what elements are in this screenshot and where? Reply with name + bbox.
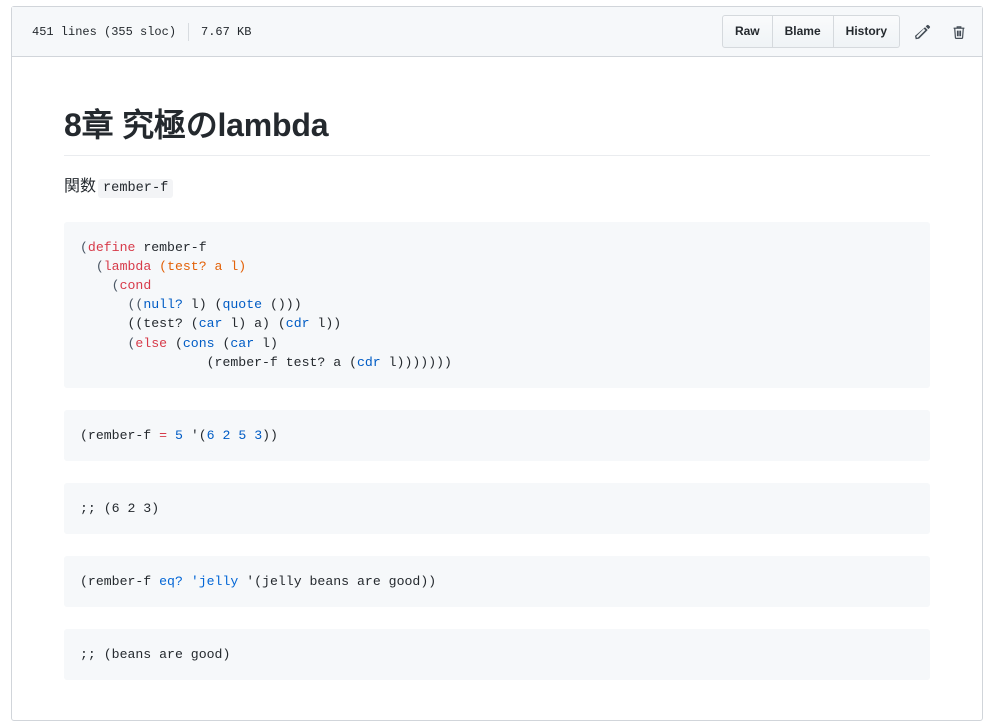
code-token: ((: [80, 297, 144, 313]
code-token: define: [87, 239, 136, 255]
code-token: '(: [182, 427, 207, 443]
code-block-result-numeric: ;; (6 2 3): [64, 483, 930, 535]
code-token: 'jelly: [190, 574, 239, 590]
code-token: rember-f: [135, 239, 207, 255]
code-token: l)): [309, 316, 342, 332]
raw-button[interactable]: Raw: [721, 15, 773, 48]
code-token: (: [214, 335, 231, 351]
code-token: cdr: [285, 316, 310, 332]
code-token: car: [230, 335, 255, 351]
code-token: (test? a l): [159, 258, 247, 274]
code-token: ((test? (: [80, 316, 199, 332]
code-token: (rember-f test? a (: [80, 354, 357, 370]
code-token: lambda: [103, 258, 152, 274]
code-token: (rember-f: [80, 427, 160, 443]
file-actions: Raw Blame History: [721, 15, 972, 48]
code-token: (: [80, 258, 104, 274]
code-token: (rember-f: [80, 574, 160, 590]
code-token: ())): [262, 297, 302, 313]
pencil-icon[interactable]: [910, 19, 936, 45]
code-block-rember-f-definition: (define rember-f (lambda (test? a l) (co…: [64, 221, 930, 388]
file-view-button-group: Raw Blame History: [721, 15, 900, 48]
code-blocks-region: (define rember-f (lambda (test? a l) (co…: [64, 221, 930, 681]
metadata-divider: [188, 22, 190, 41]
code-token: )): [262, 427, 278, 443]
code-token: '(jelly beans are good)): [238, 574, 437, 590]
code-token: cond: [119, 278, 152, 294]
code-token: (: [167, 335, 183, 351]
page-title: 8章 究極のlambda: [64, 105, 930, 156]
markdown-content: 8章 究極のlambda 関数 rember-f (define rember-f…: [64, 105, 930, 681]
code-token: (: [80, 278, 120, 294]
code-block-result-symbolic: ;; (beans are good): [64, 629, 930, 681]
code-token: ;; (beans are good): [80, 647, 231, 663]
file-metadata: 451 lines (355 sloc) 7.67 KB: [22, 22, 252, 41]
code-token: l) (: [182, 297, 223, 313]
line-count-label: 451 lines (355 sloc): [32, 24, 177, 39]
code-block-rember-f-call-numeric: (rember-f = 5 '(6 2 5 3)): [64, 409, 930, 461]
code-token: null?: [143, 297, 183, 313]
code-token: (: [80, 335, 136, 351]
function-description-paragraph: 関数 rember-f: [64, 174, 930, 200]
code-token: l))))))): [380, 354, 452, 370]
code-block-rember-f-call-symbolic: (rember-f eq? 'jelly '(jelly beans are g…: [64, 556, 930, 608]
code-token: cons: [182, 335, 215, 351]
file-size-label: 7.67 KB: [201, 24, 252, 39]
code-token: 5: [174, 427, 183, 443]
code-token: quote: [222, 297, 263, 313]
code-token: l): [254, 335, 278, 351]
file-view-container: 451 lines (355 sloc) 7.67 KB Raw Blame H…: [11, 6, 983, 721]
code-token: (: [80, 239, 88, 255]
code-token: 6: [206, 427, 215, 443]
code-token: ;; (6 2 3): [80, 501, 160, 516]
file-content-body: 8章 究極のlambda 関数 rember-f (define rember-f…: [12, 57, 982, 720]
code-token: 3: [254, 427, 263, 443]
code-token: =: [159, 427, 168, 443]
code-token: l) a) (: [222, 316, 286, 332]
history-button[interactable]: History: [833, 15, 900, 48]
blame-button[interactable]: Blame: [772, 15, 834, 48]
trash-icon[interactable]: [946, 19, 972, 45]
inline-code-rember-f: rember-f: [98, 179, 174, 198]
file-header-toolbar: 451 lines (355 sloc) 7.67 KB Raw Blame H…: [12, 7, 982, 57]
paragraph-text: 関数: [64, 178, 97, 195]
code-token: car: [198, 316, 223, 332]
code-token: else: [135, 335, 168, 351]
code-token: cdr: [356, 354, 381, 370]
code-token: eq?: [159, 574, 183, 590]
